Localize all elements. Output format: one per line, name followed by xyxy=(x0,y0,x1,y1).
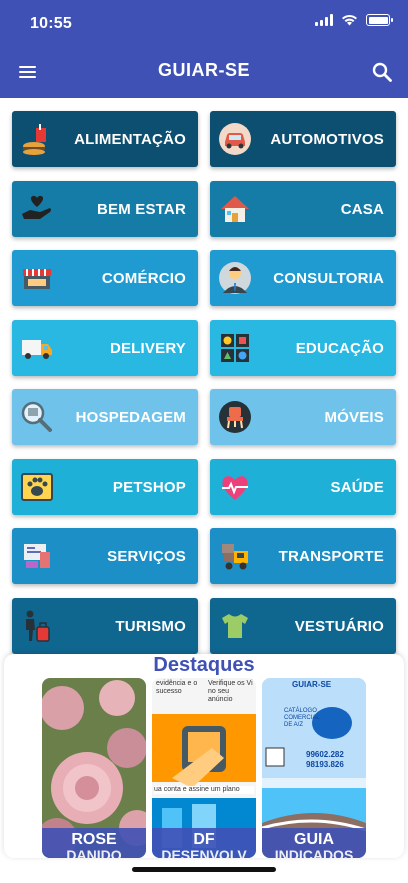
guia-cover-text: GUIAR-SE xyxy=(292,680,332,689)
category-label: DELIVERY xyxy=(109,339,186,357)
highlight-caption: GUIA INDICADOS xyxy=(262,828,366,858)
df-banner-text: Verifique os Vi no seu anúncio xyxy=(208,680,253,703)
category-label: CASA xyxy=(340,200,384,218)
signal-icon xyxy=(315,14,333,26)
truck-icon xyxy=(22,340,52,359)
highlight-card-df[interactable]: evidência e o sucesso Verifique os Vi no… xyxy=(152,678,256,858)
category-label: PETSHOP xyxy=(112,478,186,496)
category-label: COMÉRCIO xyxy=(101,269,186,287)
category-label: TURISMO xyxy=(115,617,186,635)
traveler-icon xyxy=(26,610,50,642)
app-bar: 10:55 GUIAR-SE xyxy=(0,0,408,98)
category-automotivos[interactable]: AUTOMOTIVOS xyxy=(210,111,396,167)
category-moveis[interactable]: MÓVEIS xyxy=(210,389,396,445)
shop-icon xyxy=(23,269,51,289)
category-educacao[interactable]: EDUCAÇÃO xyxy=(210,320,396,376)
category-alimentacao[interactable]: ALIMENTAÇÃO xyxy=(12,111,198,167)
car-icon xyxy=(219,123,251,155)
forklift-icon xyxy=(222,544,248,570)
highlights-section: Destaques ROSE DANIDO evidência e o suce… xyxy=(4,654,404,858)
chair-icon xyxy=(219,401,251,433)
guia-phone-text: 98193.826 xyxy=(306,760,344,769)
tshirt-icon xyxy=(222,614,248,638)
category-consultoria[interactable]: CONSULTORIA xyxy=(210,250,396,306)
highlight-caption: ROSE DANIDO xyxy=(42,828,146,858)
category-saude[interactable]: SAÚDE xyxy=(210,459,396,515)
battery-icon xyxy=(366,14,393,26)
status-time: 10:55 xyxy=(30,15,72,32)
category-turismo[interactable]: TURISMO xyxy=(12,598,198,654)
df-banner-text: ua conta e assine um plano xyxy=(154,786,254,794)
search-icon[interactable] xyxy=(370,60,394,84)
status-icons xyxy=(315,14,393,26)
category-label: ALIMENTAÇÃO xyxy=(74,130,186,148)
guia-cover-text: CATÁLOGO COMERCIAL DE A/Z xyxy=(284,708,320,728)
category-casa[interactable]: CASA xyxy=(210,181,396,237)
category-servicos[interactable]: SERVIÇOS xyxy=(12,528,198,584)
wifi-icon xyxy=(342,14,357,26)
category-label: HOSPEDAGEM xyxy=(75,408,186,426)
category-petshop[interactable]: PETSHOP xyxy=(12,459,198,515)
category-label: AUTOMOTIVOS xyxy=(270,130,384,148)
highlight-caption: DF DESENVOLV xyxy=(152,828,256,858)
category-delivery[interactable]: DELIVERY xyxy=(12,320,198,376)
category-comercio[interactable]: COMÉRCIO xyxy=(12,250,198,306)
category-bem-estar[interactable]: BEM ESTAR xyxy=(12,181,198,237)
category-label: SERVIÇOS xyxy=(107,547,186,565)
category-label: BEM ESTAR xyxy=(96,200,186,218)
category-label: VESTUÁRIO xyxy=(294,617,384,635)
health-heart-icon xyxy=(222,476,248,500)
paw-icon xyxy=(21,473,53,501)
house-icon xyxy=(221,196,249,222)
highlights-title: Destaques xyxy=(153,654,255,676)
category-label: MÓVEIS xyxy=(324,408,384,426)
category-transporte[interactable]: TRANSPORTE xyxy=(210,528,396,584)
category-hospedagem[interactable]: HOSPEDAGEM xyxy=(12,389,198,445)
category-vestuario[interactable]: VESTUÁRIO xyxy=(210,598,396,654)
blocks-icon xyxy=(221,334,249,362)
home-indicator[interactable] xyxy=(132,867,276,872)
category-label: EDUCAÇÃO xyxy=(295,339,384,357)
category-label: SAÚDE xyxy=(330,478,384,496)
app-title: GUIAR-SE xyxy=(157,60,250,80)
category-label: TRANSPORTE xyxy=(278,547,384,565)
highlight-card-guia[interactable]: GUIAR-SE CATÁLOGO COMERCIAL DE A/Z 99602… xyxy=(262,678,366,858)
consultant-icon xyxy=(219,262,251,294)
highlight-card-rose[interactable]: ROSE DANIDO xyxy=(42,678,146,858)
category-label: CONSULTORIA xyxy=(273,269,384,287)
magnifier-icon xyxy=(21,401,52,432)
df-banner-text: evidência e o sucesso xyxy=(156,680,198,695)
food-icon xyxy=(23,124,46,155)
guia-phone-text: 99602.282 xyxy=(306,750,344,759)
heart-hand-icon xyxy=(22,195,51,219)
services-icon xyxy=(24,544,50,568)
